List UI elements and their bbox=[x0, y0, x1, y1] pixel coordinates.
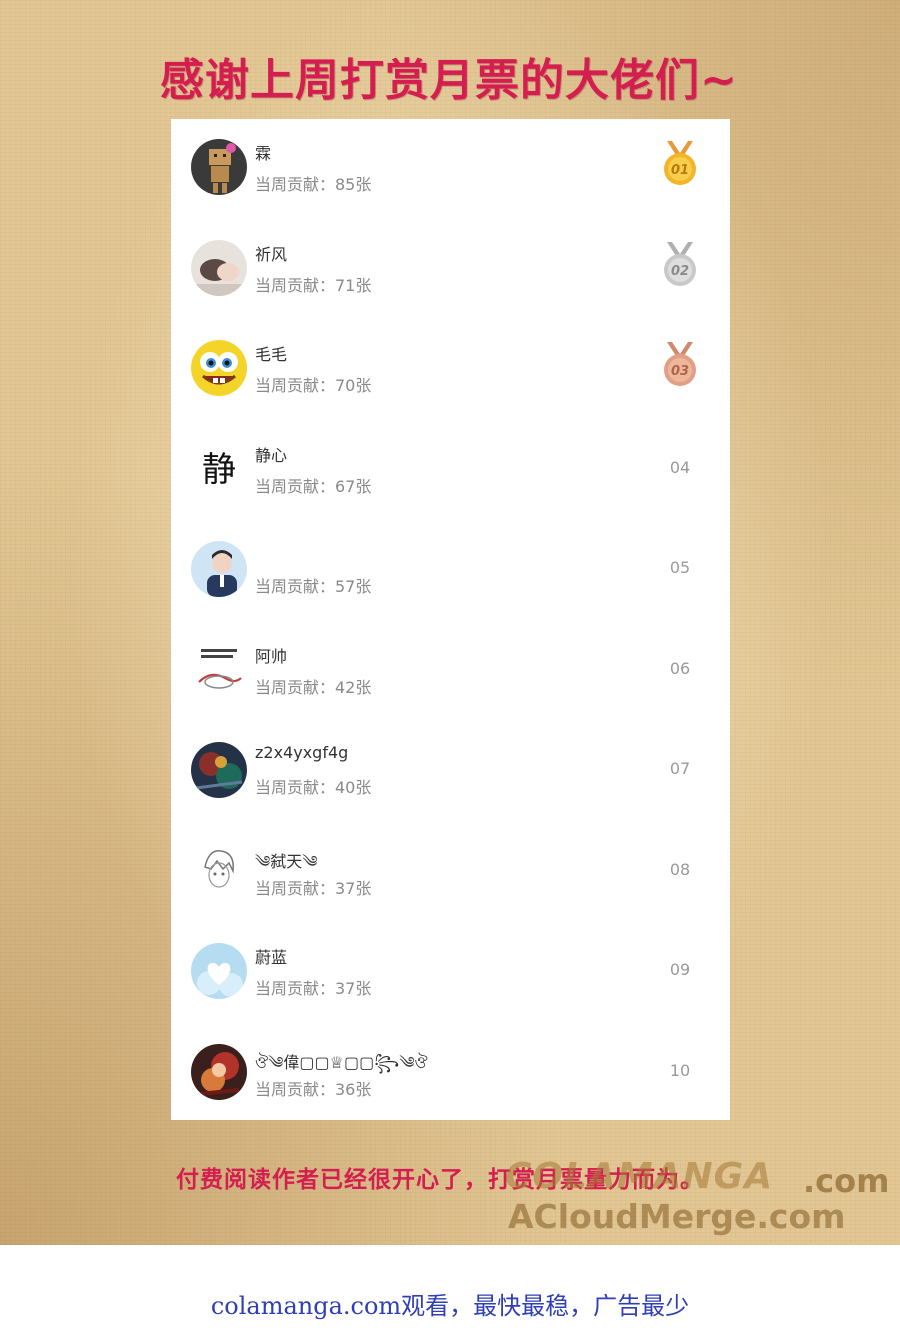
watermark-acloudmerge: ACloudMerge.com bbox=[508, 1197, 846, 1236]
rank-number: 05 bbox=[669, 558, 691, 577]
ranking-row[interactable]: ༄弑天༄ 当周贡献：37张 08 bbox=[171, 823, 730, 923]
contribution-count: 当周贡献：70张 bbox=[255, 376, 372, 395]
poster-background: 感谢上周打赏月票的大佬们~ 霖当周贡献：85张 01 祈风 当周贡献：71张 02 毛毛当… bbox=[0, 0, 900, 1245]
svg-text:静: 静 bbox=[202, 450, 236, 490]
avatar[interactable] bbox=[191, 239, 247, 296]
contribution-count: 当周贡献：37张 bbox=[255, 979, 372, 998]
contribution-count: 当周贡献：40张 bbox=[255, 778, 372, 797]
rank-number: 10 bbox=[669, 1060, 691, 1080]
avatar[interactable] bbox=[191, 943, 247, 999]
user-name: z2x4yxgf4g bbox=[255, 743, 349, 762]
ranking-row[interactable]: ঔ༄偉▢▢♕▢▢꧂༄ঔ 当周贡献：36张 10 bbox=[171, 1024, 730, 1124]
silver-medal-icon: 02 bbox=[660, 240, 700, 288]
bronze-medal-icon: 03 bbox=[660, 340, 700, 388]
rank-number: 04 bbox=[669, 457, 691, 477]
medal-rank-label: 01 bbox=[671, 163, 689, 178]
ranking-row[interactable]: 毛毛当周贡献：70张 03 bbox=[171, 320, 730, 420]
ranking-row[interactable]: 蔚蓝当周贡献：37张 09 bbox=[171, 923, 730, 1023]
user-name: 毛毛 bbox=[255, 345, 288, 364]
user-name: 祈风 bbox=[255, 244, 288, 264]
avatar[interactable]: 静 bbox=[191, 440, 247, 497]
avatar[interactable] bbox=[191, 541, 247, 597]
contribution-count: 当周贡献：67张 bbox=[255, 476, 372, 496]
ranking-row[interactable]: 静静心当周贡献：67张 04 bbox=[171, 421, 730, 521]
ranking-row[interactable]: 阿帅当周贡献：42张 06 bbox=[171, 622, 730, 722]
ranking-row[interactable]: 当周贡献：57张 05 bbox=[171, 521, 730, 621]
ranking-card: 霖当周贡献：85张 01 祈风 当周贡献：71张 02 毛毛 当周贡献：70张 03 静静心 当周… bbox=[171, 119, 730, 1120]
rank-number: 08 bbox=[669, 859, 691, 879]
watermark-colamanga: COLAMANGA bbox=[505, 1156, 774, 1197]
ranking-row[interactable]: 霖当周贡献：85张 01 bbox=[171, 119, 730, 219]
avatar[interactable] bbox=[191, 1043, 247, 1100]
contribution-count: 当周贡献：71张 bbox=[255, 275, 372, 295]
ranking-row[interactable]: z2x4yxgf4g 当周贡献：40张 07 bbox=[171, 722, 730, 822]
avatar[interactable] bbox=[191, 842, 247, 899]
medal-rank-label: 03 bbox=[671, 364, 689, 379]
user-name: 霖 bbox=[255, 144, 272, 163]
contribution-count: 当周贡献：57张 bbox=[255, 577, 372, 596]
avatar[interactable] bbox=[191, 742, 247, 798]
contribution-count: 当周贡献：37张 bbox=[255, 878, 372, 898]
user-name: 阿帅 bbox=[255, 646, 288, 666]
page-title: 感谢上周打赏月票的大佬们~ bbox=[160, 55, 738, 106]
avatar[interactable] bbox=[191, 340, 247, 396]
rank-number: 07 bbox=[669, 759, 691, 778]
gold-medal-icon: 01 bbox=[660, 139, 700, 187]
avatar[interactable] bbox=[191, 139, 247, 195]
user-name: 蔚蓝 bbox=[255, 948, 288, 967]
ranking-row[interactable]: 祈风当周贡献：71张 02 bbox=[171, 220, 730, 320]
contribution-count: 当周贡献：42张 bbox=[255, 677, 372, 697]
contribution-count: 当周贡献：36张 bbox=[255, 1079, 372, 1099]
user-name: 静心 bbox=[255, 445, 288, 465]
watermark-com: .com bbox=[803, 1162, 890, 1200]
medal-rank-label: 02 bbox=[671, 264, 689, 279]
rank-number: 06 bbox=[669, 658, 691, 678]
promo-link[interactable]: colamanga.com观看，最快最稳，广告最少 bbox=[0, 1286, 900, 1321]
rank-number: 09 bbox=[669, 960, 691, 979]
avatar[interactable] bbox=[191, 641, 247, 698]
contribution-count: 当周贡献：85张 bbox=[255, 175, 372, 194]
